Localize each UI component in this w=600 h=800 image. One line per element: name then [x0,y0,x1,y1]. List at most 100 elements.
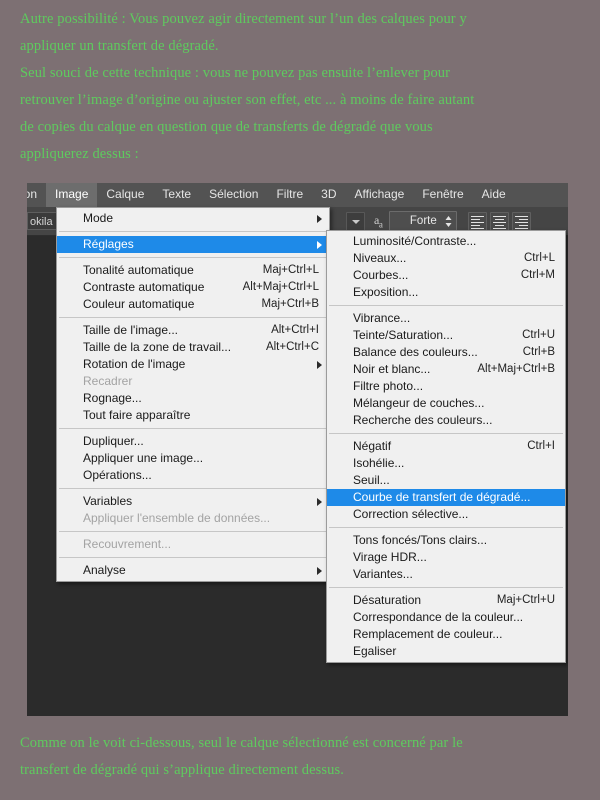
menu-item-courbes[interactable]: Courbes... Ctrl+M [327,267,565,284]
menu-item-label: Remplacement de couleur... [353,627,503,641]
anti-aliasing-value: Forte [409,215,437,227]
menu-item-label: Virage HDR... [353,550,427,564]
menubar-item-aide[interactable]: Aide [473,183,515,207]
prose-line: Comme on le voit ci-dessous, seul le cal… [20,735,463,751]
menubar-item-ion[interactable]: ion [27,183,46,207]
menu-item-vibrance[interactable]: Vibrance... [327,310,565,327]
menu-item-courbe-de-transfert-de-dégradé[interactable]: Courbe de transfert de dégradé... [327,489,565,506]
menu-item-label: Isohélie... [353,456,405,470]
menu-item-label: Rotation de l'image [83,357,186,371]
anti-aliasing-icon: aa [374,213,383,229]
menu-item-mélangeur-de-couches[interactable]: Mélangeur de couches... [327,395,565,412]
menubar-item-3d[interactable]: 3D [312,183,345,207]
menu-item-correction-sélective[interactable]: Correction sélective... [327,506,565,523]
menu-item-variantes[interactable]: Variantes... [327,566,565,583]
menu-item-isohélie[interactable]: Isohélie... [327,455,565,472]
align-center-button[interactable] [490,211,510,231]
menu-item-label: Seuil... [353,473,390,487]
menu-item-mode[interactable]: Mode [57,210,329,227]
prose-line: appliquer un transfert de dégradé. [20,38,219,54]
menu-item-label: Egaliser [353,644,397,658]
menu-item-remplacement-de-couleur[interactable]: Remplacement de couleur... [327,626,565,643]
align-right-button[interactable] [512,211,532,231]
menu-item-filtre-photo[interactable]: Filtre photo... [327,378,565,395]
menu-item-luminosité-contraste[interactable]: Luminosité/Contraste... [327,233,565,250]
photoshop-application-window: ionImageCalqueTexteSélectionFiltre3DAffi… [27,183,568,716]
menu-item-shortcut: Ctrl+I [527,440,555,452]
menubar-item-texte[interactable]: Texte [153,183,200,207]
menu-item-recadrer: Recadrer [57,373,329,390]
menu-item-label: Exposition... [353,285,419,299]
application-menu-bar[interactable]: ionImageCalqueTexteSélectionFiltre3DAffi… [27,183,568,207]
menubar-item-s-lection[interactable]: Sélection [200,183,267,207]
font-family-field[interactable]: okila [27,212,57,230]
menu-item-noir-et-blanc[interactable]: Noir et blanc... Alt+Maj+Ctrl+B [327,361,565,378]
menu-item-label: Appliquer l'ensemble de données... [83,511,271,525]
menubar-item-calque[interactable]: Calque [97,183,153,207]
menu-item-analyse[interactable]: Analyse [57,562,329,579]
menu-item-label: Tons foncés/Tons clairs... [353,533,488,547]
menu-item-tonalité-automatique[interactable]: Tonalité automatique Maj+Ctrl+L [57,262,329,279]
prose-line: Seul souci de cette technique : vous ne … [20,65,451,81]
menubar-item-fen-tre[interactable]: Fenêtre [413,183,472,207]
menubar-item-affichage[interactable]: Affichage [345,183,413,207]
menu-item-shortcut: Ctrl+U [522,329,555,341]
menu-item-shortcut: Maj+Ctrl+B [261,298,319,310]
menu-item-négatif[interactable]: Négatif Ctrl+I [327,438,565,455]
menu-item-taille-de-la-zone-de-travail[interactable]: Taille de la zone de travail... Alt+Ctrl+… [57,339,329,356]
menu-item-virage-hdr[interactable]: Virage HDR... [327,549,565,566]
paragraph-alignment-group[interactable] [468,211,532,231]
menu-item-label: Filtre photo... [353,379,424,393]
menu-separator [329,587,563,588]
menu-reglages-submenu[interactable]: Luminosité/Contraste... Niveaux... Ctrl+L C… [326,230,566,663]
menu-item-teinte-saturation[interactable]: Teinte/Saturation... Ctrl+U [327,327,565,344]
prose-line: de copies du calque en question que de t… [20,119,433,135]
anti-aliasing-select[interactable]: Forte [389,211,458,231]
menu-item-opérations[interactable]: Opérations... [57,467,329,484]
menu-item-dupliquer[interactable]: Dupliquer... [57,433,329,450]
menu-separator [59,257,327,258]
menu-item-rotation-de-l-image[interactable]: Rotation de l'image [57,356,329,373]
menu-item-exposition[interactable]: Exposition... [327,284,565,301]
menu-separator [59,317,327,318]
menu-item-label: Recouvrement... [83,537,172,551]
menu-item-taille-de-l-image[interactable]: Taille de l'image... Alt+Ctrl+I [57,322,329,339]
menu-item-label: Réglages [83,237,134,251]
menubar-item-image[interactable]: Image [46,183,98,207]
menu-item-correspondance-de-la-couleur[interactable]: Correspondance de la couleur... [327,609,565,626]
menu-item-label: Dupliquer... [83,434,144,448]
menu-separator [59,557,327,558]
stepper-arrows-icon[interactable] [445,215,452,228]
menu-item-label: Couleur automatique [83,297,195,311]
menu-item-label: Niveaux... [353,251,407,265]
menu-separator [329,433,563,434]
align-left-button[interactable] [468,211,488,231]
menu-item-balance-des-couleurs[interactable]: Balance des couleurs... Ctrl+B [327,344,565,361]
menu-item-désaturation[interactable]: Désaturation Maj+Ctrl+U [327,592,565,609]
menu-item-variables[interactable]: Variables [57,493,329,510]
font-size-dropdown-icon[interactable] [346,211,365,231]
menu-item-seuil[interactable]: Seuil... [327,472,565,489]
menu-item-label: Correspondance de la couleur... [353,610,524,624]
menubar-item-filtre[interactable]: Filtre [267,183,312,207]
menu-item-label: Négatif [353,439,392,453]
menu-item-tons-foncés-tons-clairs[interactable]: Tons foncés/Tons clairs... [327,532,565,549]
menu-item-niveaux[interactable]: Niveaux... Ctrl+L [327,250,565,267]
menu-item-shortcut: Ctrl+L [524,252,555,264]
menu-item-rognage[interactable]: Rognage... [57,390,329,407]
submenu-arrow-icon [317,498,322,506]
menu-item-egaliser[interactable]: Egaliser [327,643,565,660]
menu-item-appliquer-une-image[interactable]: Appliquer une image... [57,450,329,467]
menu-item-réglages[interactable]: Réglages [57,236,329,253]
menu-item-contraste-automatique[interactable]: Contraste automatique Alt+Maj+Ctrl+L [57,279,329,296]
menu-separator [329,527,563,528]
menu-item-label: Recherche des couleurs... [353,413,493,427]
menu-item-shortcut: Ctrl+B [522,346,555,358]
menu-item-couleur-automatique[interactable]: Couleur automatique Maj+Ctrl+B [57,296,329,313]
menu-item-label: Taille de l'image... [83,323,179,337]
menu-separator [59,231,327,232]
menu-item-label: Vibrance... [353,311,411,325]
menu-item-tout-faire-apparaître[interactable]: Tout faire apparaître [57,407,329,424]
menu-image-dropdown[interactable]: Mode Réglages Tonalité automatique Maj+Ctrl… [56,207,330,582]
menu-item-recherche-des-couleurs[interactable]: Recherche des couleurs... [327,412,565,429]
